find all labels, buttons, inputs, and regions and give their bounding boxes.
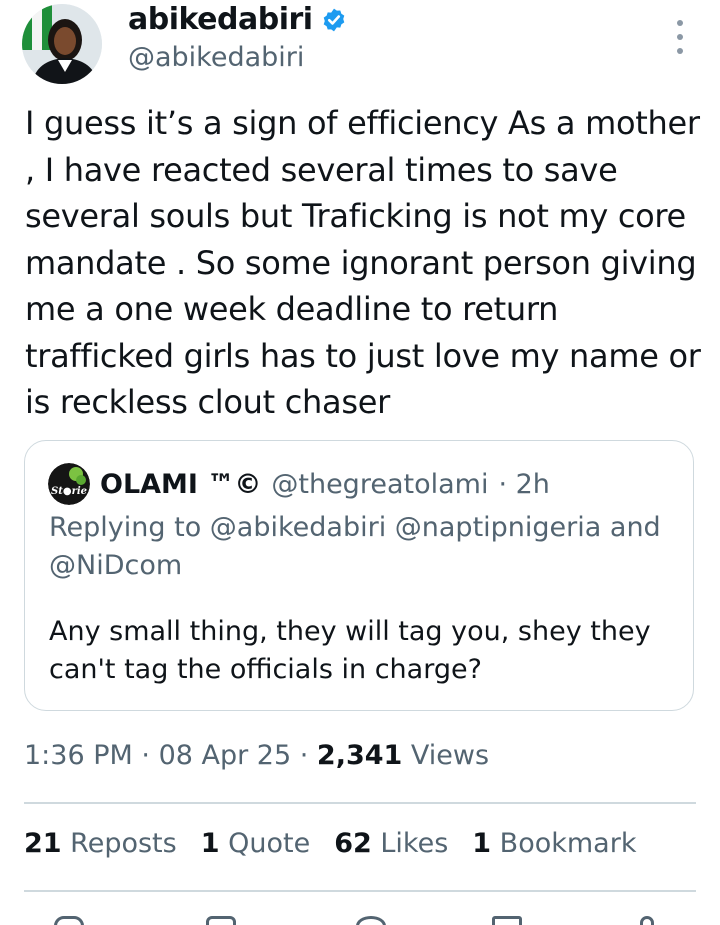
engagement-stats: 21 Reposts 1 Quote 62 Likes 1 Bookmark (24, 828, 636, 859)
quoted-tweet-text: Any small thing, they will tag you, shey… (49, 616, 651, 685)
tweet-date[interactable]: 08 Apr 25 (159, 740, 292, 771)
quoted-author-name[interactable]: OLAMI ™© (100, 469, 261, 500)
quoted-tweet-header: St●rie OLAMI ™© @thegreatolami · 2h (48, 463, 550, 505)
avatar-image (22, 4, 102, 84)
quoted-tweet-time: · 2h (498, 468, 550, 500)
bookmark-icon[interactable] (492, 916, 522, 925)
divider (24, 802, 696, 804)
tweet-text: I guess it’s a sign of efficiency As a m… (25, 104, 701, 421)
likes-stat[interactable]: 62 Likes (334, 828, 448, 859)
bookmark-label: Bookmark (499, 828, 637, 859)
reposts-label: Reposts (70, 828, 177, 859)
share-icon[interactable] (640, 916, 654, 925)
reposts-stat[interactable]: 21 Reposts (24, 828, 177, 859)
quote-label: Quote (228, 828, 311, 859)
bookmark-count: 1 (472, 828, 492, 859)
reply-icon[interactable] (54, 916, 84, 925)
quoted-replying-to: Replying to @abikedabiri @naptipnigeria … (49, 512, 661, 581)
views-count: 2,341 (316, 740, 403, 771)
meta-separator: · (141, 740, 159, 771)
quotes-stat[interactable]: 1 Quote (201, 828, 310, 859)
tweet-time[interactable]: 1:36 PM (24, 740, 133, 771)
author-name-row[interactable]: abikedabiri (128, 2, 347, 37)
svg-text:St●rie: St●rie (51, 486, 87, 497)
reposts-count: 21 (24, 828, 62, 859)
tweet-meta: 1:36 PM · 08 Apr 25 · 2,341 Views (24, 740, 489, 771)
quoted-author-avatar[interactable]: St●rie (48, 463, 90, 505)
quote-count: 1 (200, 828, 220, 859)
meta-separator: · (299, 740, 317, 771)
verified-badge-icon (323, 8, 344, 31)
more-vertical-icon[interactable] (668, 20, 692, 54)
heart-icon[interactable] (356, 916, 386, 925)
quoted-tweet-card[interactable]: St●rie OLAMI ™© @thegreatolami · 2h Repl… (24, 440, 694, 711)
quoted-author-handle[interactable]: @thegreatolami (271, 469, 488, 500)
quoted-avatar-logo: St●rie (48, 463, 90, 505)
author-avatar[interactable] (22, 4, 102, 84)
divider (24, 890, 696, 892)
action-bar (0, 912, 720, 925)
author-name[interactable]: abikedabiri (128, 2, 313, 37)
likes-count: 62 (334, 828, 372, 859)
views-label: Views (410, 740, 490, 771)
bookmarks-stat[interactable]: 1 Bookmark (472, 828, 636, 859)
likes-label: Likes (380, 828, 449, 859)
author-handle[interactable]: @abikedabiri (128, 42, 304, 73)
repost-icon[interactable] (206, 916, 236, 925)
